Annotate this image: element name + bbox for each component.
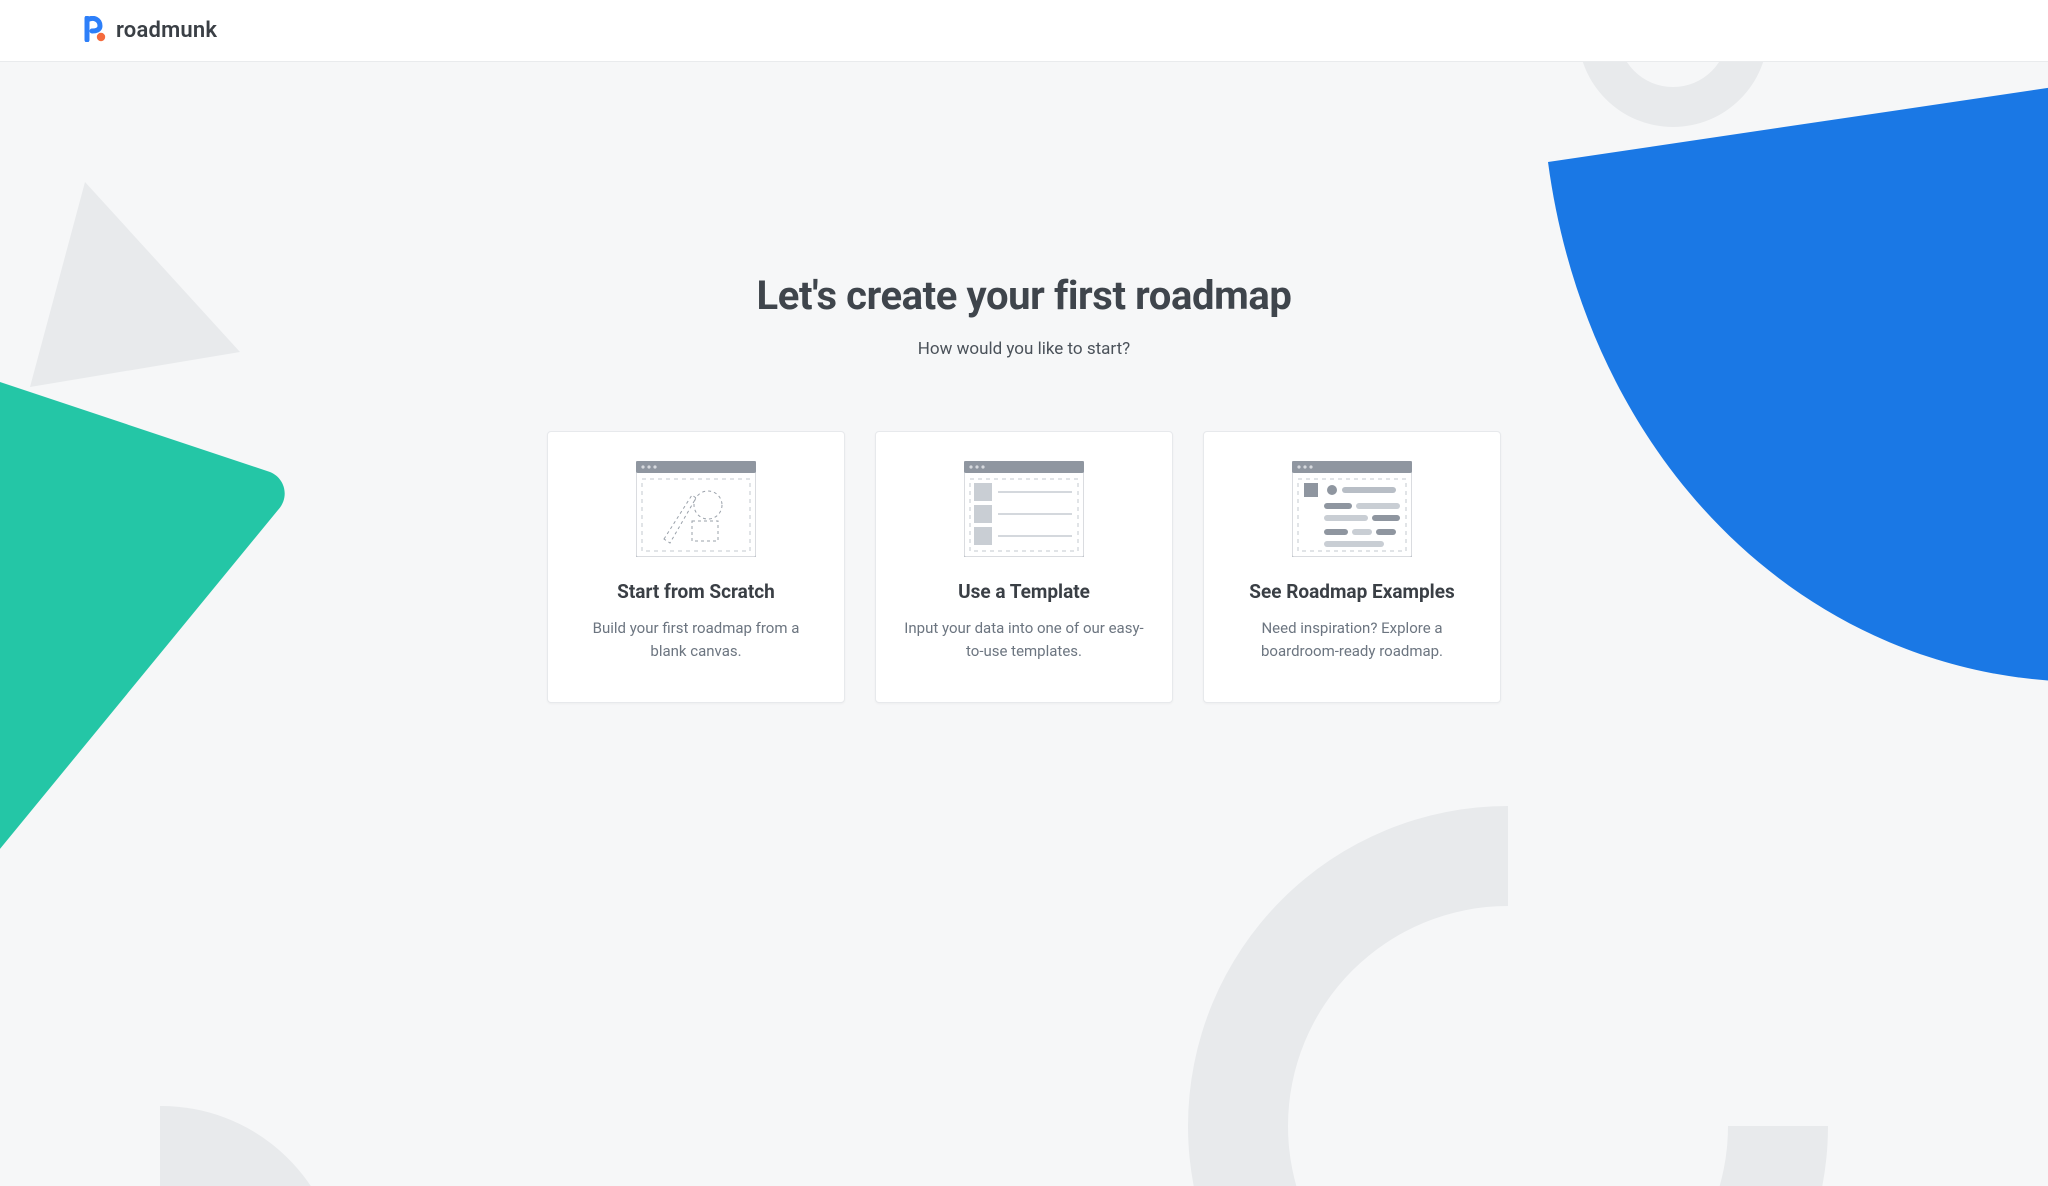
brand-name: roadmunk: [116, 18, 217, 43]
card-desc: Need inspiration? Explore a boardroom-re…: [1232, 617, 1472, 664]
card-roadmap-examples[interactable]: See Roadmap Examples Need inspiration? E…: [1203, 431, 1501, 703]
card-use-template[interactable]: Use a Template Input your data into one …: [875, 431, 1173, 703]
page-subtitle: How would you like to start?: [918, 339, 1130, 359]
examples-illustration-icon: [1292, 462, 1412, 556]
deco-grey-wedge: [160, 1026, 420, 1186]
brand-logo[interactable]: roadmunk: [84, 16, 217, 46]
onboarding-content: Let's create your first roadmap How woul…: [0, 62, 2048, 703]
option-cards: Start from Scratch Build your first road…: [547, 431, 1501, 703]
deco-grey-crescent: [1188, 806, 1828, 1186]
page-title: Let's create your first roadmap: [757, 272, 1292, 319]
card-title: Use a Template: [958, 580, 1090, 603]
scratch-illustration-icon: [636, 462, 756, 556]
template-illustration-icon: [964, 462, 1084, 556]
card-desc: Build your first roadmap from a blank ca…: [576, 617, 816, 664]
card-desc: Input your data into one of our easy-to-…: [904, 617, 1144, 664]
card-title: See Roadmap Examples: [1249, 580, 1454, 603]
onboarding-stage: Let's create your first roadmap How woul…: [0, 62, 2048, 1186]
card-title: Start from Scratch: [617, 580, 775, 603]
roadmunk-mark-icon: [84, 16, 106, 46]
card-start-from-scratch[interactable]: Start from Scratch Build your first road…: [547, 431, 845, 703]
app-header: roadmunk: [0, 0, 2048, 62]
